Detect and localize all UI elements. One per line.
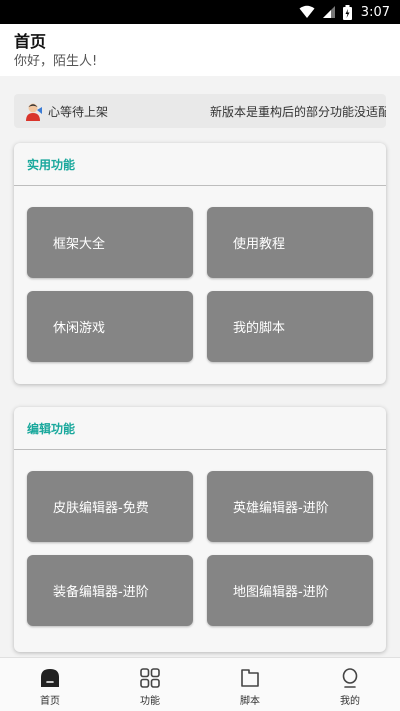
nav-item-home[interactable]: 首页 — [0, 658, 100, 711]
greeting-text: 你好，陌生人! — [14, 54, 98, 69]
home-icon — [41, 669, 59, 687]
nav-item-functions[interactable]: 功能 — [100, 658, 200, 711]
app-header: 首页 你好，陌生人! — [0, 24, 400, 76]
bottom-nav: 首页 功能 脚本 我的 — [0, 657, 400, 711]
hero-editor-button[interactable]: 英雄编辑器-进阶 — [207, 471, 373, 542]
framework-list-button[interactable]: 框架大全 — [27, 207, 193, 278]
map-editor-button[interactable]: 地图编辑器-进阶 — [207, 555, 373, 626]
tutorial-button[interactable]: 使用教程 — [207, 207, 373, 278]
clock: 3:07 — [360, 4, 390, 20]
nav-label: 脚本 — [240, 696, 260, 707]
section-title: 编辑功能 — [14, 407, 386, 450]
megaphone-avatar-icon — [26, 103, 42, 121]
status-bar: 3:07 — [0, 0, 400, 24]
page-title: 首页 — [14, 32, 47, 51]
casual-games-button[interactable]: 休闲游戏 — [27, 291, 193, 362]
battery-icon — [342, 4, 352, 20]
notice-banner[interactable]: 心等待上架 新版本是重构后的部分功能没适配 — [14, 94, 386, 128]
nav-label: 功能 — [140, 696, 160, 707]
my-scripts-button[interactable]: 我的脚本 — [207, 291, 373, 362]
profile-icon — [342, 668, 358, 688]
nav-label: 我的 — [340, 696, 360, 707]
notice-text-right: 新版本是重构后的部分功能没适配 — [209, 104, 386, 119]
nav-item-profile[interactable]: 我的 — [300, 658, 400, 711]
nav-item-scripts[interactable]: 脚本 — [200, 658, 300, 711]
equipment-editor-button[interactable]: 装备编辑器-进阶 — [27, 555, 193, 626]
skin-editor-button[interactable]: 皮肤编辑器-免费 — [27, 471, 193, 542]
wifi-icon — [299, 5, 315, 18]
edit-functions-card: 编辑功能 皮肤编辑器-免费 英雄编辑器-进阶 装备编辑器-进阶 地图编辑器-进阶 — [14, 407, 386, 652]
practical-functions-card: 实用功能 框架大全 使用教程 休闲游戏 我的脚本 — [14, 143, 386, 384]
folder-icon — [241, 669, 259, 687]
grid-icon — [140, 668, 160, 688]
signal-icon — [322, 6, 335, 18]
notice-text-left: 心等待上架 — [48, 104, 109, 119]
nav-label: 首页 — [40, 696, 60, 707]
section-title: 实用功能 — [14, 143, 386, 186]
